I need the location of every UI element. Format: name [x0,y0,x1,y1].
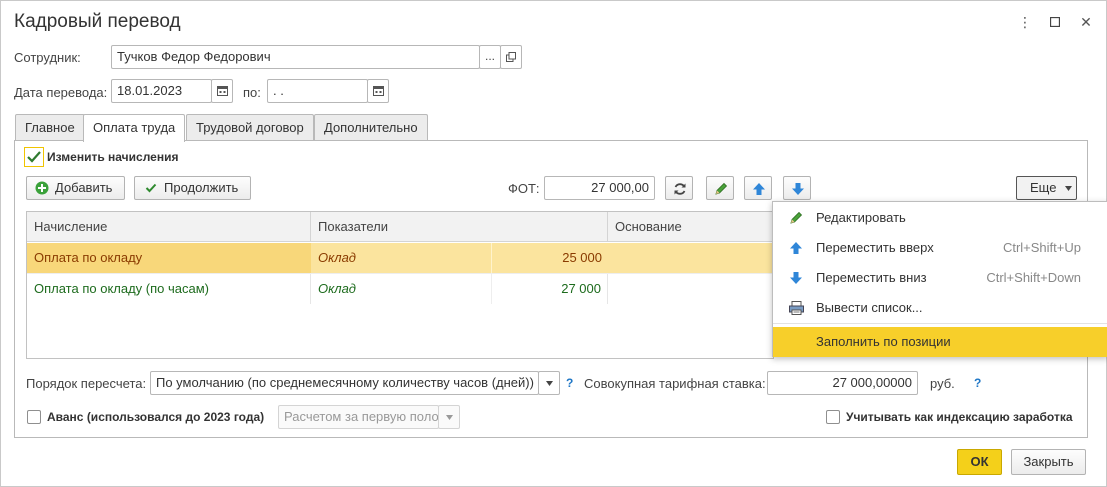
table-row[interactable]: Оплата по окладу Оклад 25 000 [27,243,773,273]
menu-item-label: Переместить вниз [816,270,927,285]
more-button[interactable]: Еще [1016,176,1077,200]
check-icon [145,183,157,193]
arrow-down-icon [790,272,802,284]
arrow-up-icon [790,242,802,254]
arrow-down-icon [792,183,804,195]
menu-item-label: Заполнить по позиции [816,334,951,349]
indicator-cell: Оклад [318,281,356,296]
ok-button[interactable]: ОК [957,449,1002,475]
more-button-label: Еще [1030,180,1057,195]
indicator-cell: Оклад [318,250,356,265]
accrual-cell: Оплата по окладу [27,243,311,273]
refresh-icon [674,183,686,195]
add-icon [35,181,49,195]
maximize-icon[interactable] [1046,13,1064,31]
chevron-down-icon [445,415,453,420]
column-header-indicators[interactable]: Показатели [311,212,608,242]
close-button[interactable]: Закрыть [1011,449,1086,475]
fot-label: ФОТ: [508,181,540,196]
edit-button[interactable] [706,176,734,200]
column-header-basis[interactable]: Основание [608,212,773,242]
transfer-window: Кадровый перевод ⋮ ✕ Сотрудник: Тучков Ф… [0,0,1107,487]
tariff-field[interactable]: 27 000,00000 [767,371,918,395]
recalc-select[interactable]: По умолчанию (по среднемесячному количес… [150,371,539,395]
tab-payment[interactable]: Оплата труда [83,114,186,142]
accruals-table: Начисление Показатели Основание Оплата п… [26,211,774,359]
recalc-label: Порядок пересчета: [26,376,147,391]
menu-item-move-up[interactable]: Переместить вверх Ctrl+Shift+Up [773,233,1107,263]
move-down-button[interactable] [783,176,811,200]
date-to-label: по: [243,85,261,100]
more-menu: Редактировать Переместить вверх Ctrl+Shi… [772,201,1107,357]
advance-label: Аванс (использовался до 2023 года) [47,410,265,424]
close-icon[interactable]: ✕ [1077,13,1095,31]
window-title: Кадровый перевод [14,11,181,32]
date-label: Дата перевода: [14,85,108,100]
calendar-icon[interactable] [211,79,233,103]
add-button-label: Добавить [55,180,113,195]
print-list-icon [789,301,804,315]
calendar-icon[interactable] [367,79,389,103]
menu-divider [773,323,1107,324]
employee-field[interactable]: Тучков Федор Федорович [111,45,480,69]
chevron-down-icon [545,381,553,386]
change-accruals-label: Изменить начисления [47,150,179,164]
change-accruals-checkbox[interactable] [24,147,44,167]
more-icon[interactable]: ⋮ [1016,13,1034,31]
menu-item-label: Переместить вверх [816,240,934,255]
menu-item-label: Редактировать [816,210,906,225]
continue-button-label: Продолжить [164,180,239,195]
menu-item-shortcut: Ctrl+Shift+Down [986,270,1081,285]
indexation-label: Учитывать как индексацию заработка [846,410,1073,424]
advance-select[interactable]: Расчетом за первую поло [278,405,439,429]
chevron-down-icon [1065,186,1072,191]
checkmark-icon [27,151,41,163]
advance-dropdown-button[interactable] [438,405,460,429]
date-to-field[interactable]: . . [267,79,368,103]
continue-button[interactable]: Продолжить [134,176,251,200]
add-button[interactable]: Добавить [26,176,125,200]
value-cell: 25 000 [491,243,608,273]
date-field[interactable]: 18.01.2023 [111,79,212,103]
indexation-checkbox[interactable] [826,410,840,424]
menu-item-print-list[interactable]: Вывести список... [773,293,1107,323]
pencil-icon [790,211,803,224]
column-header-accrual[interactable]: Начисление [27,212,311,242]
move-up-button[interactable] [744,176,772,200]
tariff-label: Совокупная тарифная ставка: [584,376,766,391]
recalc-help-icon[interactable]: ? [566,376,573,390]
open-icon[interactable] [500,45,522,69]
arrow-up-icon [753,183,765,195]
accrual-cell: Оплата по окладу (по часам) [27,274,311,304]
advance-checkbox[interactable] [27,410,41,424]
tab-additional[interactable]: Дополнительно [314,114,428,141]
tab-main[interactable]: Главное [15,114,85,141]
employee-select-button[interactable]: ... [479,45,501,69]
menu-item-shortcut: Ctrl+Shift+Up [1002,240,1081,255]
tariff-help-icon[interactable]: ? [974,376,981,390]
pencil-icon [715,182,728,195]
tariff-unit: руб. [930,376,955,391]
table-row[interactable]: Оплата по окладу (по часам) Оклад 27 000 [27,273,773,304]
menu-item-fill-by-position[interactable]: Заполнить по позиции [773,327,1107,357]
refresh-button[interactable] [665,176,693,200]
tab-contract[interactable]: Трудовой договор [186,114,314,141]
value-cell: 27 000 [491,274,608,304]
recalc-dropdown-button[interactable] [538,371,560,395]
menu-item-edit[interactable]: Редактировать [773,203,1107,233]
employee-label: Сотрудник: [14,50,81,65]
menu-item-label: Вывести список... [816,300,923,315]
fot-field[interactable]: 27 000,00 [544,176,655,200]
menu-item-move-down[interactable]: Переместить вниз Ctrl+Shift+Down [773,263,1107,293]
